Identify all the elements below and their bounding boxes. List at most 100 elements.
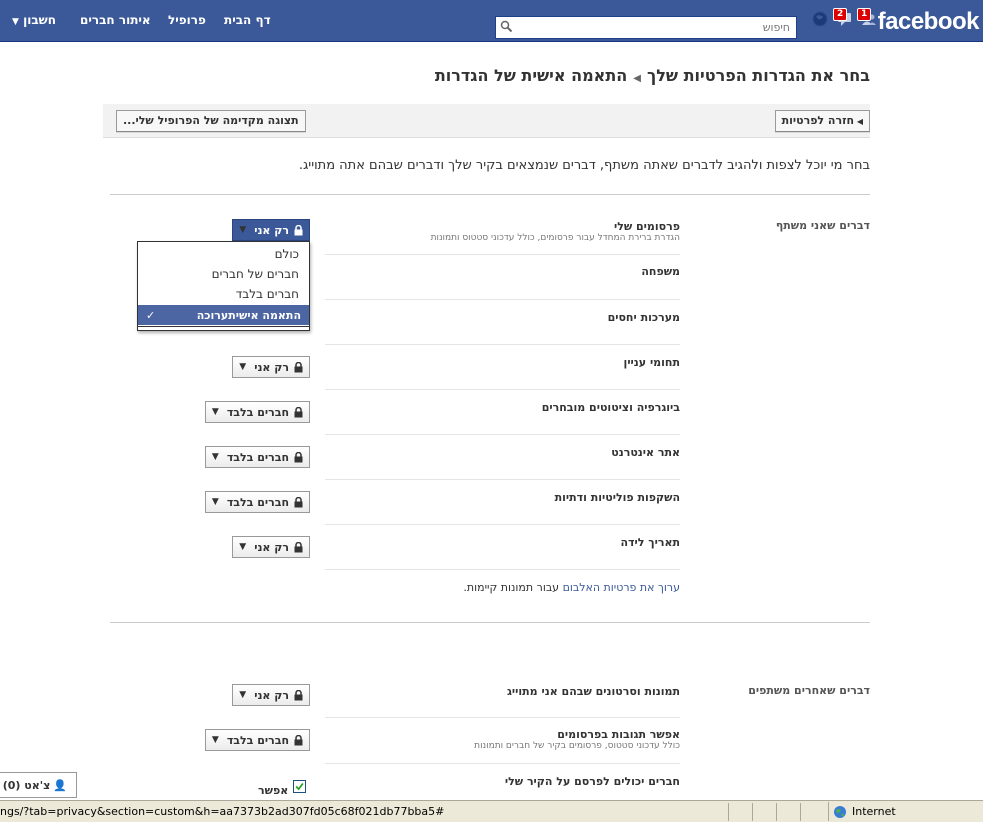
friend-requests-badge: 1	[857, 8, 872, 21]
lock-icon	[294, 541, 303, 552]
privacy-description: בחר מי יוכל לצפות ולהגיב לדברים שאתה משת…	[298, 158, 870, 173]
nav-account-label: חשבון	[23, 13, 57, 27]
dropdown-option-friends-of-friends[interactable]: חברים של חברים	[212, 267, 299, 281]
dropdown-option-friends-only[interactable]: חברים בלבד	[236, 287, 299, 301]
row-label-tagged-photos-videos: תמונות וסרטונים שבהם אני מתוייג	[507, 685, 680, 698]
row-label-allow-comments: אפשר תגובות בפרסומים	[557, 728, 680, 741]
lock-icon	[294, 451, 303, 462]
nav-home[interactable]: דף הבית	[224, 13, 271, 27]
privacy-selector-allow-comments[interactable]: חברים בלבד ▼	[204, 729, 310, 751]
back-to-privacy-button[interactable]: ◀ חזרה לפרטיות	[774, 110, 870, 132]
privacy-toolbar: תצוגה מקדימה של הפרופיל שלי... ◀ חזרה לפ…	[103, 104, 870, 138]
row-label-website: אתר אינטרנט	[611, 446, 680, 459]
lock-icon	[294, 496, 303, 507]
lock-icon	[294, 361, 303, 372]
privacy-dropdown-menu: כולם חברים של חברים חברים בלבד התאמה איש…	[137, 241, 310, 331]
checkmark-icon: ✓	[146, 308, 156, 322]
album-privacy-text: עבור תמונות קיימות.	[463, 581, 563, 594]
dropdown-bottom-border	[138, 326, 309, 327]
lock-icon	[294, 689, 303, 700]
allow-checkbox[interactable]	[293, 780, 306, 793]
row-divider	[325, 299, 680, 300]
breadcrumb-privacy[interactable]: בחר את הגדרות הפרטיות שלך	[647, 66, 870, 85]
album-privacy-note: ערוך את פרטיות האלבום עבור תמונות קיימות…	[463, 581, 680, 594]
row-divider	[325, 569, 680, 570]
dropdown-option-customize-label: התאמה אישיתערוכה	[196, 308, 301, 322]
privacy-value: רק אני	[254, 223, 289, 237]
dropdown-arrow-icon: ▼	[211, 735, 219, 745]
status-url: ngs/?tab=privacy&section=custom&h=aa7373…	[0, 805, 445, 818]
row-divider	[325, 717, 680, 718]
privacy-selector-my-posts[interactable]: רק אני ▼	[232, 219, 310, 241]
back-arrow-icon: ◀	[854, 117, 863, 126]
row-label-relationships: מערכות יחסים	[607, 311, 680, 324]
dropdown-arrow-icon: ▼	[211, 407, 219, 417]
nav-find-friends[interactable]: איתור חברים	[80, 13, 151, 27]
edit-album-privacy-link[interactable]: ערוך את פרטיות האלבום	[563, 581, 680, 594]
messages-badge: 2	[833, 8, 848, 21]
row-divider	[325, 434, 680, 435]
row-sub-allow-comments: כולל עדכוני סטטוס, פרסומים בקיר של חברים…	[474, 741, 680, 751]
lock-icon	[294, 406, 303, 417]
search-box[interactable]: חיפוש	[495, 16, 797, 39]
section-label-things-i-share: דברים שאני משתף	[775, 219, 870, 232]
nav-account[interactable]: ▼ חשבון	[12, 13, 56, 27]
status-zone: Internet	[828, 802, 983, 821]
row-sub-my-posts: הגדרת ברירת המחדל עבור פרסומים, כולל עדכ…	[430, 233, 680, 243]
row-divider	[325, 524, 680, 525]
chat-bar[interactable]: 👤 צ'אט (0)	[0, 772, 77, 798]
preview-profile-button[interactable]: תצוגה מקדימה של הפרופיל שלי...	[116, 110, 306, 132]
row-divider	[325, 479, 680, 480]
divider	[110, 622, 870, 623]
globe-notifications-icon[interactable]	[811, 10, 829, 28]
row-label-my-posts: פרסומים שלי	[613, 220, 680, 233]
row-divider	[325, 763, 680, 764]
back-to-privacy-label: חזרה לפרטיות	[781, 114, 855, 127]
privacy-value: רק אני	[254, 360, 289, 374]
dropdown-option-customize[interactable]: התאמה אישיתערוכה ✓	[138, 305, 309, 325]
breadcrumb-current: התאמה אישית של הגדרות	[434, 66, 628, 85]
breadcrumb-arrow-icon: ◀	[633, 73, 641, 84]
privacy-value: חברים בלבד	[226, 495, 289, 509]
dropdown-arrow-icon: ▼	[239, 362, 247, 372]
search-placeholder: חיפוש	[762, 21, 790, 34]
privacy-selector-bio-quotes[interactable]: חברים בלבד ▼	[204, 401, 310, 423]
status-zone-label: Internet	[852, 805, 896, 818]
dropdown-arrow-icon: ▼	[239, 225, 247, 235]
row-label-interests: תחומי עניין	[623, 356, 680, 369]
nav-profile[interactable]: פרופיל	[168, 13, 206, 27]
privacy-selector-political-religious[interactable]: חברים בלבד ▼	[204, 491, 310, 513]
row-label-family: משפחה	[641, 265, 680, 278]
privacy-selector-website[interactable]: חברים בלבד ▼	[204, 446, 310, 468]
dropdown-arrow-icon: ▼	[211, 497, 219, 507]
browser-status-bar: ngs/?tab=privacy&section=custom&h=aa7373…	[0, 800, 983, 822]
status-separator	[752, 803, 753, 821]
search-icon[interactable]	[500, 20, 513, 33]
row-label-political-religious: השקפות פוליטיות ודתיות	[554, 491, 680, 504]
privacy-selector-tagged-photos[interactable]: רק אני ▼	[232, 684, 310, 706]
internet-globe-icon	[834, 805, 846, 818]
row-divider	[325, 254, 680, 255]
privacy-selector-interests[interactable]: רק אני ▼	[232, 356, 310, 378]
section-label-things-others-share: דברים שאחרים משתפים	[748, 684, 870, 697]
dropdown-option-everyone[interactable]: כולם	[275, 247, 299, 261]
status-separator	[800, 803, 801, 821]
divider	[110, 194, 870, 195]
row-divider	[325, 344, 680, 345]
row-label-friends-post-wall: חברים יכולים לפרסם על הקיר שלי	[504, 775, 680, 788]
row-divider	[325, 389, 680, 390]
top-navigation-bar: ▼ חשבון איתור חברים פרופיל דף הבית חיפוש…	[0, 0, 983, 42]
dropdown-arrow-icon: ▼	[239, 690, 247, 700]
privacy-value: רק אני	[254, 540, 289, 554]
privacy-value: רק אני	[254, 688, 289, 702]
lock-icon	[294, 734, 303, 745]
status-separator	[776, 803, 777, 821]
status-separator	[728, 803, 729, 821]
page-title: בחר את הגדרות הפרטיות שלך ◀ התאמה אישית של…	[435, 66, 870, 85]
facebook-logo[interactable]: facebook	[878, 8, 980, 36]
privacy-selector-birthday[interactable]: רק אני ▼	[232, 536, 310, 558]
row-label-birthday: תאריך לידה	[620, 536, 681, 549]
dropdown-arrow-icon: ▼	[211, 452, 219, 462]
dropdown-arrow-icon: ▼	[239, 542, 247, 552]
privacy-value: חברים בלבד	[226, 733, 289, 747]
